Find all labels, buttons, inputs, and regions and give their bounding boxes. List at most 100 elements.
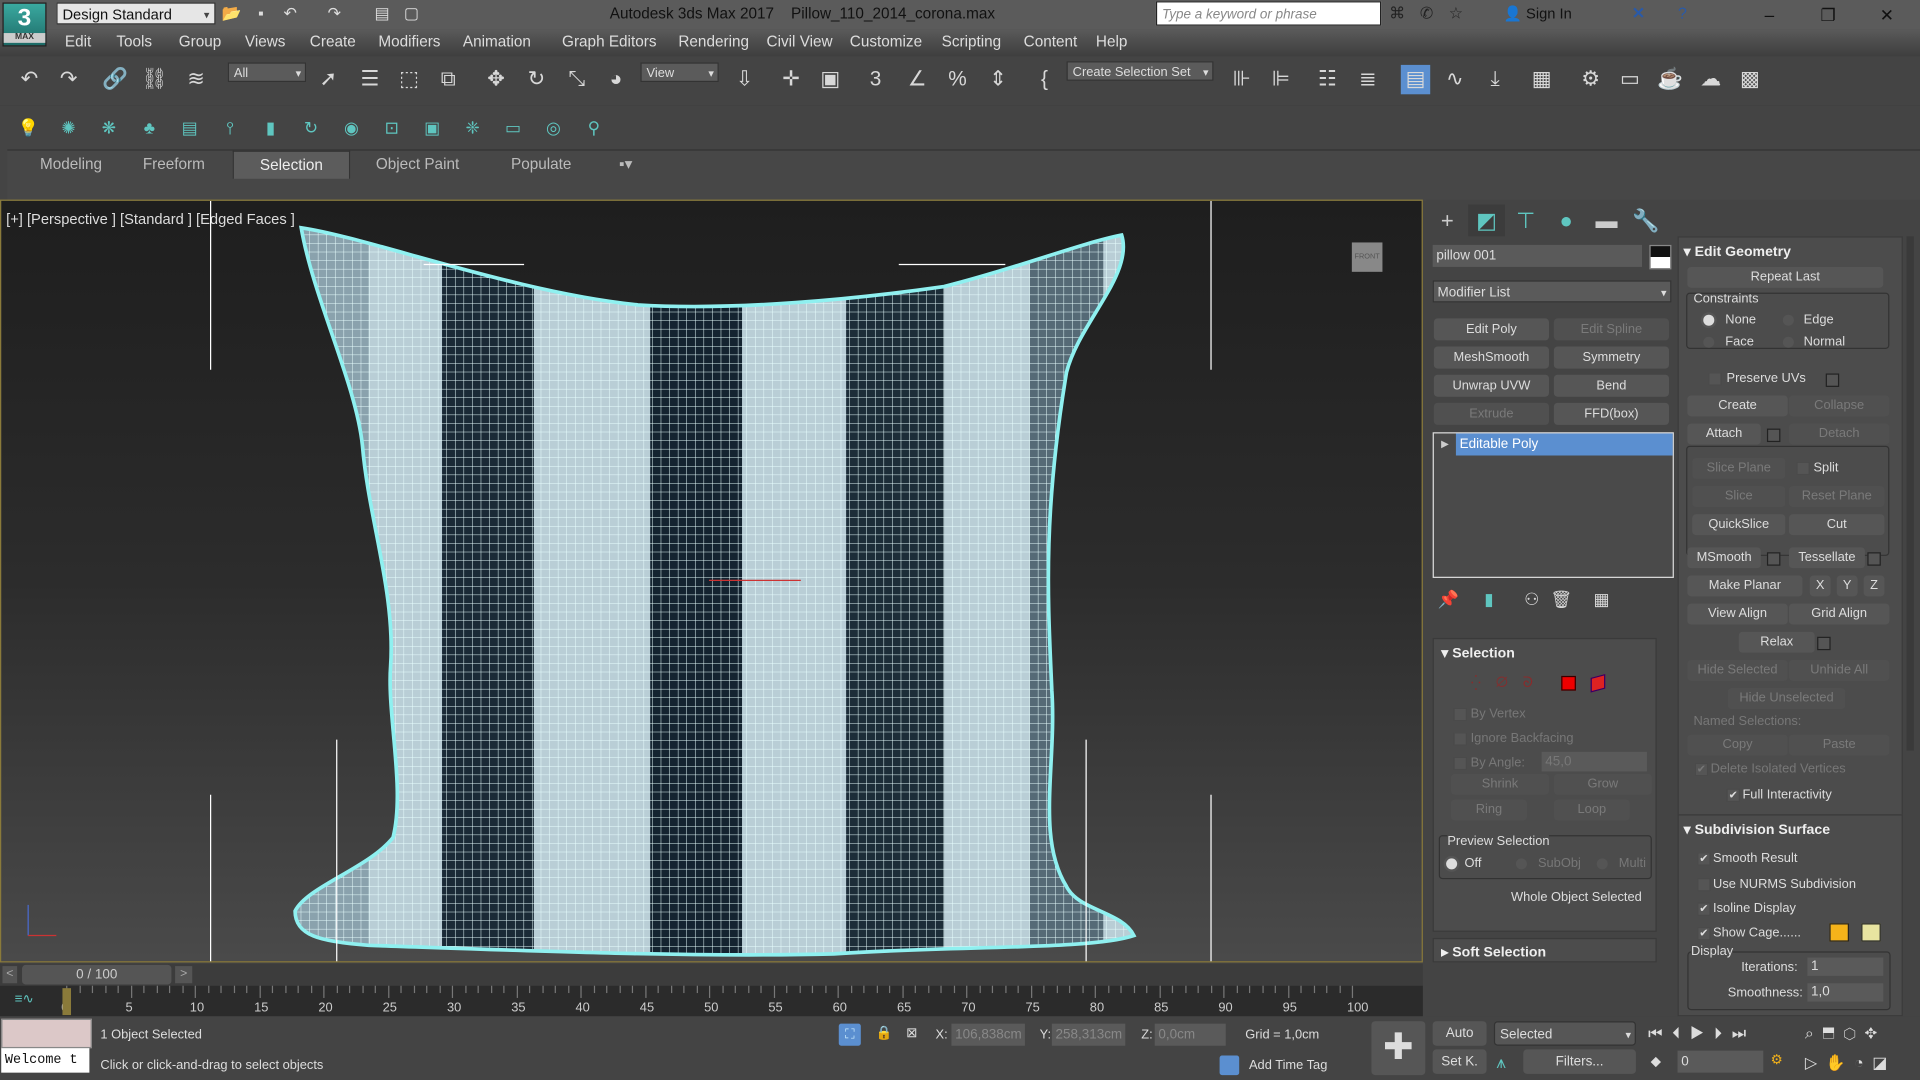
- angle-spinner[interactable]: 45,0: [1541, 751, 1647, 772]
- track-bar[interactable]: ≡∿ 0510152025303540455055606570758085909…: [0, 985, 1423, 1017]
- absolute-mode-icon[interactable]: ⊠: [906, 1025, 917, 1041]
- move-icon[interactable]: ✥: [481, 65, 510, 94]
- pivot-center-icon[interactable]: ⇩: [730, 65, 759, 94]
- current-frame-spinner[interactable]: 0: [1677, 1050, 1764, 1073]
- grow-button[interactable]: Grow: [1553, 773, 1652, 795]
- subobject-level-icons[interactable]: ⁛⌀ᘐ: [1471, 673, 1548, 691]
- particle-icon[interactable]: ❋: [94, 113, 123, 142]
- by-angle-checkbox[interactable]: [1453, 756, 1467, 771]
- slice-button[interactable]: Slice: [1692, 486, 1786, 507]
- ribbon-tab-selection[interactable]: Selection: [232, 150, 351, 179]
- maxscript-mini-listener[interactable]: Welcome t: [1, 1048, 90, 1073]
- settings-box-icon[interactable]: [1867, 552, 1881, 566]
- layer-explorer-icon[interactable]: ≣: [1353, 65, 1382, 94]
- modifier-button-symmetry[interactable]: Symmetry: [1553, 346, 1669, 369]
- restore-button[interactable]: ❐: [1800, 0, 1856, 29]
- ignore-backfacing-checkbox[interactable]: [1453, 732, 1467, 746]
- new-scene-icon[interactable]: ▢: [402, 4, 422, 24]
- isolate-selection-icon[interactable]: ⛶: [838, 1023, 861, 1046]
- modifier-list-dropdown[interactable]: Modifier List: [1432, 280, 1672, 304]
- menu-tools[interactable]: Tools: [116, 33, 152, 50]
- menu-content[interactable]: Content: [1024, 33, 1078, 50]
- render-iterative-icon[interactable]: ☁: [1696, 65, 1725, 94]
- cage-color-swatch-2[interactable]: [1861, 923, 1881, 942]
- render-region-icon[interactable]: ▣: [418, 113, 447, 142]
- isoline-display-checkbox[interactable]: ✔: [1697, 902, 1711, 916]
- undo-icon[interactable]: ↶: [15, 65, 44, 94]
- tessellate-button[interactable]: Tessellate: [1788, 547, 1865, 569]
- settings-box-icon[interactable]: [1766, 428, 1781, 443]
- repeat-last-button[interactable]: Repeat Last: [1687, 266, 1884, 288]
- view-align-button[interactable]: View Align: [1687, 603, 1788, 625]
- foliage-icon[interactable]: ♣: [135, 113, 164, 142]
- binoculars-icon[interactable]: ⌘: [1387, 4, 1407, 24]
- modifier-button-bend[interactable]: Bend: [1553, 374, 1669, 397]
- z-coordinate-field[interactable]: 0,0cm: [1154, 1023, 1226, 1046]
- add-time-tag-button[interactable]: Add Time Tag: [1249, 1058, 1327, 1073]
- x-button[interactable]: X: [1809, 575, 1831, 597]
- menu-group[interactable]: Group: [179, 33, 222, 50]
- set-key-button[interactable]: Set K.: [1432, 1049, 1487, 1074]
- relax-button[interactable]: Relax: [1738, 631, 1815, 653]
- frame-icon[interactable]: ⊡: [377, 113, 406, 142]
- ribbon-toggle-icon[interactable]: ▤: [1400, 64, 1431, 95]
- element-level-icon[interactable]: [1590, 673, 1606, 693]
- set-key-mode-button[interactable]: ✚: [1371, 1021, 1426, 1076]
- favorites-star-icon[interactable]: ☆: [1446, 4, 1466, 24]
- time-tag-icon[interactable]: [1219, 1055, 1240, 1076]
- perspective-viewport[interactable]: [+] [Perspective ] [Standard ] [Edged Fa…: [0, 199, 1423, 963]
- cage-color-swatch-1[interactable]: [1829, 923, 1849, 942]
- menu-animation[interactable]: Animation: [463, 33, 531, 50]
- angle-snap-icon[interactable]: ∠: [902, 65, 931, 94]
- selection-filter-dropdown[interactable]: All: [227, 62, 307, 83]
- msmooth-button[interactable]: MSmooth: [1687, 547, 1761, 569]
- key-filter-dropdown[interactable]: Selected: [1493, 1021, 1636, 1047]
- selection-lock-icon[interactable]: 🔒: [876, 1025, 893, 1041]
- book-icon[interactable]: ▮: [256, 113, 285, 142]
- preview-subobj-radio[interactable]: [1515, 858, 1527, 870]
- y-coordinate-field[interactable]: 258,313cm: [1051, 1023, 1126, 1046]
- list-icon[interactable]: ▤: [175, 113, 204, 142]
- cut-button[interactable]: Cut: [1788, 514, 1885, 536]
- key-mode-toggle-icon[interactable]: ◆: [1651, 1053, 1661, 1069]
- rotate-icon[interactable]: ↻: [522, 65, 551, 94]
- viewport-navigation-controls-2[interactable]: ▷✋◔◪: [1805, 1053, 1896, 1073]
- settings-box-icon[interactable]: [1825, 373, 1840, 387]
- key-filters-button[interactable]: Filters...: [1523, 1049, 1636, 1074]
- keyboard-shortcut-icon[interactable]: ▣: [816, 65, 845, 94]
- subdivision-header[interactable]: ▾ Subdivision Surface: [1684, 820, 1830, 838]
- create-button[interactable]: Create: [1687, 395, 1788, 417]
- render-icon[interactable]: ☕: [1656, 65, 1685, 94]
- menu-graph-editors[interactable]: Graph Editors: [562, 33, 656, 50]
- grid-align-button[interactable]: Grid Align: [1788, 603, 1890, 625]
- by-vertex-checkbox[interactable]: [1453, 707, 1467, 722]
- exchange-icon[interactable]: ✕: [1629, 4, 1649, 24]
- snaps-toggle-icon[interactable]: 3: [861, 65, 890, 94]
- ribbon-tab-object-paint[interactable]: Object Paint: [362, 151, 472, 178]
- soft-selection-header[interactable]: ▸ Soft Selection: [1441, 943, 1546, 960]
- soft-selection-rollout[interactable]: ▸ Soft Selection: [1432, 937, 1657, 963]
- paste-button[interactable]: Paste: [1788, 734, 1890, 756]
- search-input[interactable]: Type a keyword or phrase: [1155, 1, 1382, 26]
- edit-named-sets-icon[interactable]: {: [1030, 65, 1059, 94]
- delete-isolated-checkbox[interactable]: ✔: [1694, 762, 1709, 777]
- spinner-snap-icon[interactable]: ⇕: [983, 65, 1012, 94]
- constraint-normal-radio[interactable]: [1782, 336, 1794, 348]
- redo-icon[interactable]: ↷: [324, 4, 344, 24]
- modifier-button-edit-spline[interactable]: Edit Spline: [1553, 318, 1669, 341]
- preview-off-radio[interactable]: [1446, 858, 1458, 870]
- iterations-spinner[interactable]: 1: [1807, 957, 1884, 976]
- menu-views[interactable]: Views: [245, 33, 286, 50]
- menu-customize[interactable]: Customize: [850, 33, 922, 50]
- ribbon-tab-freeform[interactable]: Freeform: [127, 151, 220, 178]
- detach-button[interactable]: Detach: [1788, 423, 1890, 445]
- ribbon-tab-modeling[interactable]: Modeling: [24, 151, 117, 178]
- mirror-icon[interactable]: ⊪: [1227, 65, 1256, 94]
- make-unique-icon[interactable]: ⚇: [1517, 584, 1546, 613]
- save-icon[interactable]: ▪: [251, 4, 271, 24]
- time-configuration-icon[interactable]: ⚙: [1771, 1052, 1783, 1068]
- helper-icon[interactable]: ❈: [458, 113, 487, 142]
- viewport-navigation-controls[interactable]: ⌕⬒⬡✥: [1805, 1024, 1886, 1044]
- x-coordinate-field[interactable]: 106,838cm: [951, 1023, 1025, 1046]
- corona-icon[interactable]: ▩: [1735, 65, 1764, 94]
